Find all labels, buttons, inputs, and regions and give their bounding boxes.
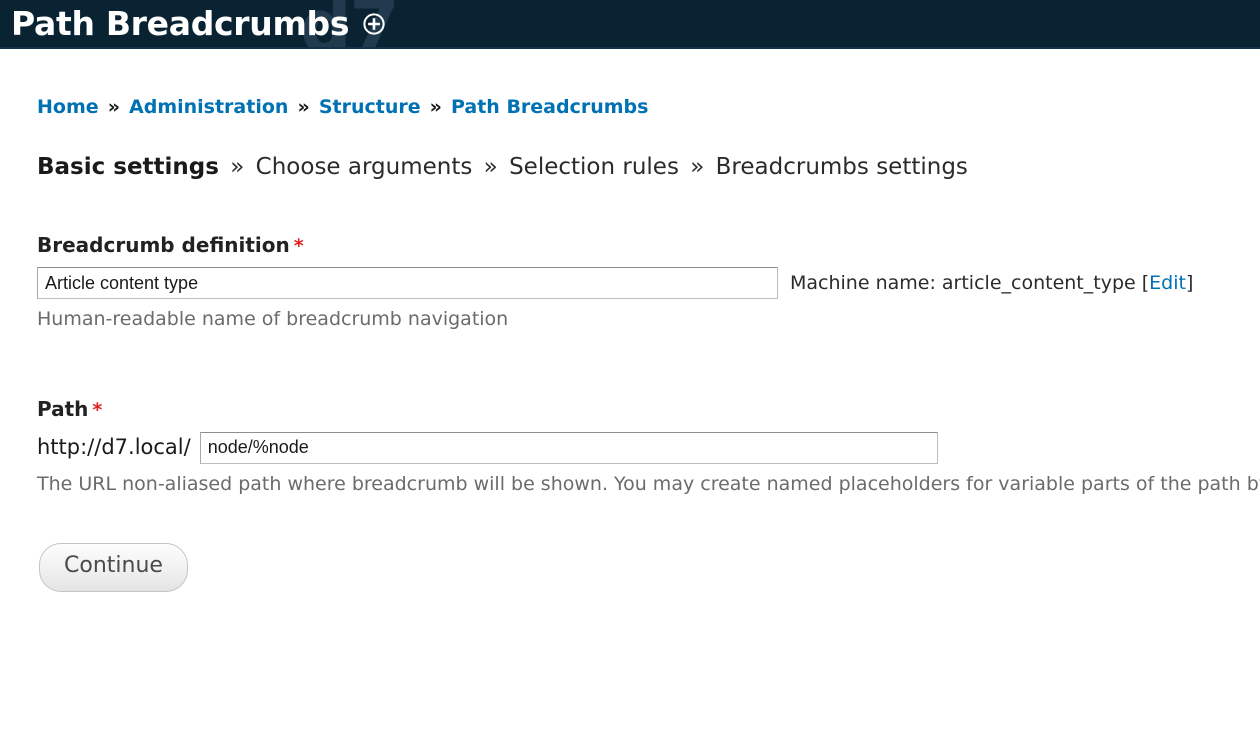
breadcrumb-definition-label-text: Breadcrumb definition: [37, 233, 290, 258]
machine-name-bracket-close: ]: [1185, 271, 1194, 294]
breadcrumb-item-administration[interactable]: Administration: [129, 96, 288, 118]
path-input[interactable]: [199, 431, 938, 464]
breadcrumb-definition-label: Breadcrumb definition *: [37, 233, 1260, 258]
path-label: Path *: [37, 397, 1260, 422]
step-separator: »: [690, 153, 705, 180]
breadcrumb-definition-input[interactable]: [37, 267, 778, 300]
path-description: The URL non-aliased path where breadcrum…: [37, 472, 1260, 495]
required-asterisk: *: [92, 398, 103, 421]
breadcrumb-item-path-breadcrumbs[interactable]: Path Breadcrumbs: [451, 96, 649, 118]
path-form-item: Path* http://d7.local/ The URL non-alias…: [37, 397, 1260, 497]
step-breadcrumbs-settings[interactable]: Breadcrumbs settings: [716, 154, 968, 180]
path-url-prefix: http://d7.local/: [37, 435, 191, 460]
breadcrumb-separator: »: [107, 96, 120, 118]
step-separator: »: [483, 153, 498, 180]
wizard-steps: Basic settings » Choose arguments » Sele…: [37, 154, 1260, 182]
page-header: d7 Path Breadcrumbs: [0, 0, 1260, 49]
breadcrumb-definition-description: Human-readable name of breadcrumb naviga…: [37, 308, 509, 331]
main-content: Home » Administration » Structure » Path…: [0, 96, 1260, 592]
breadcrumb-separator: »: [429, 96, 442, 118]
page-title: Path Breadcrumbs: [11, 4, 350, 43]
breadcrumb-definition-form-item: Breadcrumb definition* Machine name: art…: [37, 233, 1260, 332]
breadcrumb-separator: »: [297, 96, 310, 118]
step-selection-rules[interactable]: Selection rules: [509, 154, 679, 180]
step-basic-settings[interactable]: Basic settings: [37, 154, 219, 180]
machine-name-display: Machine name: article_content_type [Edit…: [790, 272, 1193, 295]
machine-name-edit-link[interactable]: Edit: [1149, 272, 1186, 294]
required-asterisk: *: [293, 235, 304, 258]
machine-name-bracket-open: [: [1135, 271, 1150, 294]
step-separator: »: [230, 153, 245, 180]
path-row: http://d7.local/: [37, 431, 1260, 464]
breadcrumb: Home » Administration » Structure » Path…: [37, 96, 1260, 119]
machine-name-prefix: Machine name:: [790, 271, 942, 294]
path-label-text: Path: [37, 396, 89, 421]
breadcrumb-item-structure[interactable]: Structure: [319, 96, 421, 118]
header-inner: Path Breadcrumbs: [0, 0, 1260, 47]
plus-circle-icon[interactable]: [363, 12, 385, 35]
step-choose-arguments[interactable]: Choose arguments: [256, 154, 473, 180]
breadcrumb-definition-row: Machine name: article_content_type [Edit…: [37, 267, 1260, 300]
continue-button[interactable]: Continue: [39, 543, 188, 592]
breadcrumb-item-home[interactable]: Home: [37, 96, 99, 118]
machine-name-value: article_content_type: [941, 271, 1136, 294]
